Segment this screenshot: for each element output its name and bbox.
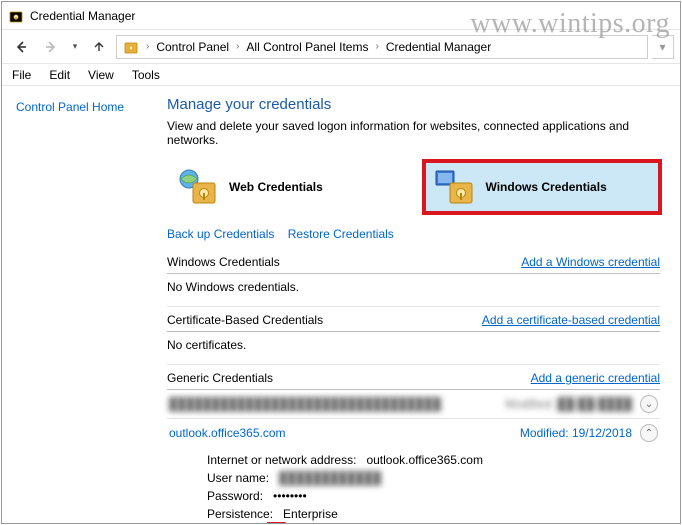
chevron-right-icon[interactable]: › bbox=[372, 41, 381, 52]
nav-forward-button[interactable] bbox=[38, 33, 64, 61]
restore-credentials-link[interactable]: Restore Credentials bbox=[288, 227, 394, 241]
credential-name: ████████████████████████████████ bbox=[169, 397, 441, 411]
menu-view[interactable]: View bbox=[80, 66, 122, 84]
cert-section-title: Certificate-Based Credentials bbox=[167, 313, 323, 327]
windows-credentials-card[interactable]: Windows Credentials bbox=[424, 161, 661, 213]
windows-section-title: Windows Credentials bbox=[167, 255, 280, 269]
detail-password-label: Password: bbox=[207, 489, 263, 503]
add-cert-credential-link[interactable]: Add a certificate-based credential bbox=[482, 313, 660, 327]
nav-recent-dropdown[interactable]: ▾ bbox=[68, 33, 82, 61]
page-heading: Manage your credentials bbox=[167, 96, 660, 113]
chevron-up-icon[interactable]: ⌃ bbox=[640, 424, 658, 442]
window-titlebar: Credential Manager bbox=[2, 2, 680, 30]
menu-edit[interactable]: Edit bbox=[41, 66, 78, 84]
windows-credentials-icon bbox=[432, 167, 476, 207]
sidebar-home-link[interactable]: Control Panel Home bbox=[16, 100, 124, 114]
sidebar: Control Panel Home bbox=[2, 86, 157, 523]
credential-manager-icon bbox=[8, 8, 24, 24]
credential-manager-icon bbox=[123, 39, 139, 55]
search-dropdown[interactable]: ▾ bbox=[652, 35, 674, 59]
detail-username-label: User name: bbox=[207, 471, 269, 485]
windows-section-empty: No Windows credentials. bbox=[167, 274, 660, 307]
address-bar[interactable]: › Control Panel › All Control Panel Item… bbox=[116, 35, 648, 59]
credential-modified: Modified: 19/12/2018 bbox=[520, 426, 632, 440]
web-credentials-label: Web Credentials bbox=[229, 180, 323, 194]
credential-entry[interactable]: ████████████████████████████████ Modifie… bbox=[167, 390, 660, 419]
web-credentials-icon bbox=[175, 167, 219, 207]
credential-name: outlook.office365.com bbox=[169, 426, 286, 440]
menu-bar: File Edit View Tools bbox=[2, 64, 680, 86]
breadcrumb-item[interactable]: Control Panel bbox=[154, 40, 231, 54]
detail-persistence-label: Persistence: bbox=[207, 507, 273, 521]
generic-section-title: Generic Credentials bbox=[167, 371, 273, 385]
nav-up-button[interactable] bbox=[86, 33, 112, 61]
backup-credentials-link[interactable]: Back up Credentials bbox=[167, 227, 274, 241]
menu-tools[interactable]: Tools bbox=[124, 66, 168, 84]
page-description: View and delete your saved logon informa… bbox=[167, 119, 660, 147]
detail-address-value: outlook.office365.com bbox=[366, 453, 483, 467]
main-content: Manage your credentials View and delete … bbox=[157, 86, 680, 523]
detail-address-label: Internet or network address: bbox=[207, 453, 356, 467]
web-credentials-card[interactable]: Web Credentials bbox=[167, 161, 404, 213]
credential-entry[interactable]: outlook.office365.com Modified: 19/12/20… bbox=[167, 419, 660, 447]
nav-back-button[interactable] bbox=[8, 33, 34, 61]
breadcrumb-item[interactable]: All Control Panel Items bbox=[244, 40, 370, 54]
cert-section-empty: No certificates. bbox=[167, 332, 660, 365]
windows-credentials-label: Windows Credentials bbox=[486, 180, 607, 194]
chevron-right-icon[interactable]: › bbox=[233, 41, 242, 52]
add-windows-credential-link[interactable]: Add a Windows credential bbox=[521, 255, 660, 269]
chevron-down-icon[interactable]: ⌄ bbox=[640, 395, 658, 413]
nav-toolbar: ▾ › Control Panel › All Control Panel It… bbox=[2, 30, 680, 64]
breadcrumb-item[interactable]: Credential Manager bbox=[384, 40, 493, 54]
menu-file[interactable]: File bbox=[4, 66, 39, 84]
window-title: Credential Manager bbox=[30, 9, 135, 23]
detail-password-value: •••••••• bbox=[273, 489, 307, 503]
detail-persistence-value: Enterprise bbox=[283, 507, 338, 521]
add-generic-credential-link[interactable]: Add a generic credential bbox=[531, 371, 660, 385]
chevron-right-icon[interactable]: › bbox=[143, 41, 152, 52]
credential-details: Internet or network address: outlook.off… bbox=[167, 447, 660, 523]
credential-modified: Modified: ██/██/████ bbox=[505, 397, 632, 411]
detail-username-value: ████████████ bbox=[279, 471, 381, 485]
